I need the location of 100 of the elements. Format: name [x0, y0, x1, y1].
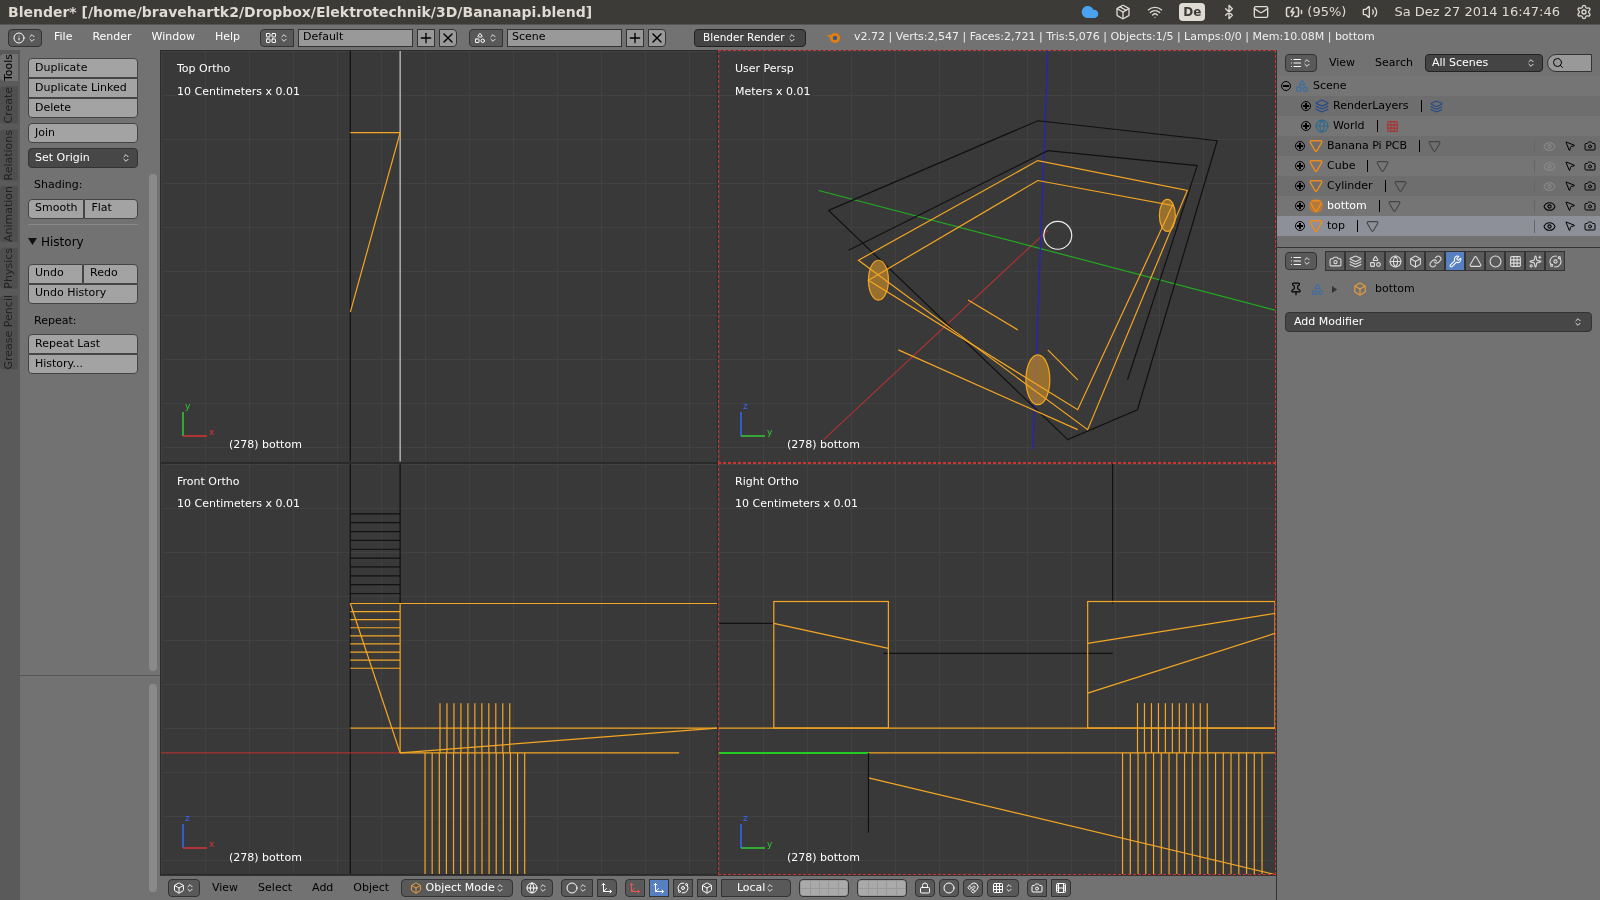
expand-icon[interactable] [1295, 141, 1305, 151]
outliner-item-label[interactable]: Cylinder [1327, 177, 1373, 195]
manipulator-toggle[interactable] [625, 879, 646, 897]
settings-icon[interactable] [1576, 4, 1592, 20]
tool-button[interactable]: Smooth [28, 198, 85, 219]
expand-icon[interactable] [1295, 181, 1305, 191]
camera-icon[interactable] [1584, 180, 1596, 192]
tool-button[interactable]: Undo [28, 263, 83, 284]
mail-icon[interactable] [1253, 4, 1270, 20]
render-engine-dropdown[interactable]: Blender Render [694, 28, 807, 47]
properties-tab[interactable] [1545, 251, 1565, 271]
3d-viewport[interactable]: Right Ortho 10 Centimeters x 0.01 z y (278) bottom [718, 462, 1276, 875]
magnet-icon[interactable] [963, 879, 984, 897]
tool-tab[interactable]: Tools [0, 54, 18, 82]
scene-filter-dropdown[interactable]: All Scenes [1424, 54, 1543, 72]
tool-button[interactable]: History... [28, 354, 138, 374]
shading-dropdown[interactable] [521, 879, 554, 897]
properties-tab[interactable] [1405, 251, 1425, 271]
tool-button[interactable]: Join [28, 123, 138, 143]
cursor-icon[interactable] [1564, 140, 1576, 152]
pin-icon[interactable] [1289, 282, 1303, 296]
editor-type-button[interactable] [168, 879, 200, 897]
orientation-dropdown[interactable]: Local [721, 879, 792, 897]
add-icon[interactable] [626, 28, 645, 47]
box-icon[interactable] [1115, 4, 1132, 20]
outliner-row[interactable]: Banana Pi PCB [1277, 136, 1600, 156]
layout-field[interactable]: Default [298, 28, 414, 47]
cursor-icon[interactable] [1564, 180, 1576, 192]
properties-tab[interactable] [1465, 251, 1485, 271]
3d-viewport[interactable]: Front Ortho 10 Centimeters x 0.01 z x (278) bottom [160, 462, 718, 875]
scale-icon[interactable] [697, 879, 718, 897]
expand-icon[interactable] [1295, 161, 1305, 171]
render-camera-icon[interactable] [1027, 879, 1048, 897]
cursor-icon[interactable] [1564, 160, 1576, 172]
tool-button[interactable]: Delete [28, 98, 138, 118]
properties-tab[interactable] [1525, 251, 1545, 271]
menu-item[interactable]: Add [304, 879, 342, 897]
tool-button[interactable]: Undo History [28, 283, 138, 304]
keyboard-layout-indicator[interactable]: De [1179, 3, 1206, 21]
set-origin-dropdown[interactable]: Set Origin [28, 148, 138, 168]
scrollbar[interactable] [149, 684, 157, 892]
cloud-icon[interactable] [1081, 3, 1100, 21]
translate-icon[interactable] [649, 879, 670, 897]
mode-dropdown[interactable]: Object Mode [401, 879, 514, 897]
cursor-icon[interactable] [1564, 220, 1576, 232]
outliner-row[interactable]: Cylinder [1277, 176, 1600, 196]
cursor-icon[interactable] [1564, 200, 1576, 212]
pivot-dropdown[interactable] [561, 879, 594, 897]
outliner-item-label[interactable]: RenderLayers [1333, 97, 1409, 115]
eye-icon[interactable] [1543, 199, 1556, 213]
menu-item[interactable]: View [1321, 54, 1364, 72]
history-panel-header[interactable]: History [28, 223, 138, 259]
lock-icon[interactable] [915, 879, 936, 897]
clapperboard-icon[interactable] [1051, 879, 1072, 897]
3d-viewport[interactable]: Top Ortho 10 Centimeters x 0.01 y x (278) bottom [160, 50, 718, 463]
properties-tab[interactable] [1485, 251, 1505, 271]
properties-tab[interactable] [1505, 251, 1525, 271]
close-icon[interactable] [648, 28, 667, 47]
properties-tab[interactable] [1425, 251, 1445, 271]
outliner-item-label[interactable]: bottom [1327, 197, 1367, 215]
tool-button[interactable]: Flat [84, 198, 138, 219]
snap-dropdown[interactable] [987, 879, 1020, 897]
close-icon[interactable] [439, 28, 458, 47]
outliner-row[interactable]: top [1277, 216, 1600, 236]
volume-icon[interactable] [1362, 4, 1379, 20]
rotate-icon[interactable] [673, 879, 694, 897]
clock[interactable]: Sa Dez 27 2014 16:47:46 [1394, 2, 1560, 22]
tool-button[interactable]: Duplicate Linked [28, 78, 138, 98]
add-modifier-dropdown[interactable]: Add Modifier [1285, 312, 1592, 332]
properties-tab[interactable] [1345, 251, 1365, 271]
properties-tab[interactable] [1365, 251, 1385, 271]
move-icon[interactable] [597, 879, 618, 897]
expand-icon[interactable] [1295, 201, 1305, 211]
outliner-item-label[interactable]: Banana Pi PCB [1327, 137, 1407, 155]
tool-button[interactable]: Redo [83, 263, 138, 284]
search-field[interactable] [1546, 54, 1592, 72]
editor-type-button[interactable] [1285, 252, 1317, 270]
layer-grid[interactable] [799, 879, 850, 897]
3d-viewport[interactable]: User Persp Meters x 0.01 z y (278) bottom [718, 50, 1276, 463]
menu-item[interactable]: Window [143, 29, 203, 46]
scene-button[interactable] [469, 28, 504, 47]
menu-item[interactable]: Select [250, 879, 301, 897]
menu-item[interactable]: Help [206, 29, 249, 46]
tool-button[interactable]: Repeat Last [28, 334, 138, 354]
camera-icon[interactable] [1584, 200, 1596, 212]
layer-grid[interactable] [857, 879, 908, 897]
menu-item[interactable]: File [46, 29, 81, 46]
camera-icon[interactable] [1584, 220, 1596, 232]
outliner-item-label[interactable]: Cube [1327, 157, 1356, 175]
editor-type-button[interactable] [1285, 54, 1317, 72]
proportional-edit-icon[interactable] [939, 879, 960, 897]
outliner-item-label[interactable]: top [1327, 217, 1346, 235]
expand-icon[interactable] [1301, 101, 1311, 111]
scene-field[interactable]: Scene [507, 28, 623, 47]
menu-item[interactable]: Object [345, 879, 398, 897]
expand-icon[interactable] [1301, 121, 1311, 131]
screen-layout-button[interactable] [260, 28, 295, 47]
add-icon[interactable] [417, 28, 436, 47]
scrollbar[interactable] [149, 174, 157, 671]
outliner-row[interactable]: RenderLayers [1277, 96, 1600, 116]
